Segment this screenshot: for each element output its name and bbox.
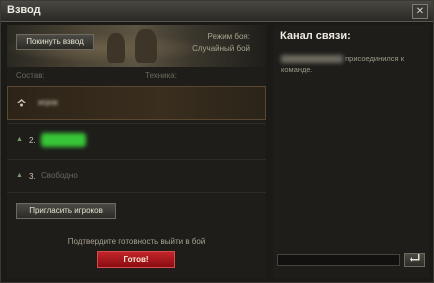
window-title: Взвод [7, 4, 41, 16]
platoon-slot-3[interactable]: ▲ 3. Свободно [7, 159, 266, 193]
slot-number: 2. [29, 136, 36, 145]
platoon-slot-2[interactable]: ▲ 2. [7, 123, 266, 157]
platoon-window: Взвод ✕ Покинуть взвод Режим боя: Случай… [0, 0, 434, 283]
commander-icon [17, 99, 26, 107]
soldier-figure [107, 33, 125, 63]
blurred-player-name [281, 55, 343, 64]
chat-message: присоединился к команде. [281, 53, 421, 75]
vehicle-header: Техника: [145, 71, 177, 80]
slot-number: 3. [29, 172, 36, 181]
status-dot-icon: ▲ [16, 136, 23, 143]
title-bar[interactable]: Взвод ✕ [1, 1, 433, 22]
enter-arrow-icon [409, 254, 420, 265]
player-name-highlight [41, 133, 86, 147]
status-dot-icon: ▲ [16, 172, 23, 179]
platoon-banner-image: Покинуть взвод Режим боя: Случайный бой [7, 25, 266, 67]
slot-free-label: Свободно [41, 171, 78, 180]
close-button[interactable]: ✕ [412, 4, 428, 19]
leave-platoon-button[interactable]: Покинуть взвод [16, 34, 94, 50]
battle-mode-label: Режим боя: [207, 32, 250, 41]
soldier-figure [135, 29, 157, 63]
invite-players-button[interactable]: Пригласить игроков [16, 203, 116, 219]
platoon-slot-1[interactable]: игрок [7, 86, 266, 120]
chat-panel: Канал связи: присоединился к команде. [273, 25, 429, 278]
battle-mode-value: Случайный бой [192, 44, 250, 53]
ready-confirm-text: Подтвердите готовность выйти в бой [67, 237, 206, 246]
platoon-panel: Покинуть взвод Режим боя: Случайный бой … [7, 25, 266, 278]
composition-header: Состав: [16, 71, 45, 80]
chat-input[interactable] [277, 254, 400, 266]
player-name: игрок [38, 98, 58, 107]
send-button[interactable] [404, 253, 425, 267]
ready-button[interactable]: Готов! [97, 251, 175, 268]
chat-title: Канал связи: [280, 30, 351, 42]
